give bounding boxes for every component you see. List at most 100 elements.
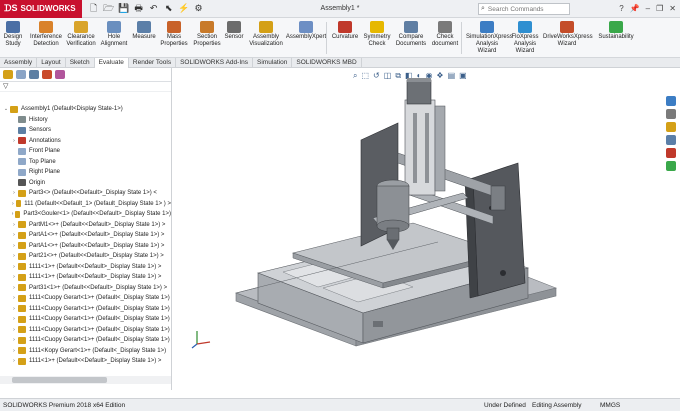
expand-chevron-icon[interactable]: ›	[10, 358, 18, 364]
expand-chevron-icon[interactable]: ›	[10, 138, 18, 144]
expand-chevron-icon[interactable]: ›	[10, 222, 18, 228]
sustainability-button[interactable]: Sustainability	[597, 21, 635, 41]
section-properties-button[interactable]: Section Properties	[192, 21, 222, 48]
check-document-button[interactable]: Check document	[429, 21, 461, 48]
assemblyxpert-button[interactable]: AssemblyXpert	[285, 21, 327, 41]
print-icon[interactable]: 🖶	[133, 1, 145, 17]
clearance-button[interactable]: Clearance Verification	[64, 21, 98, 48]
ribbon-separator	[326, 22, 327, 54]
tab-sketch[interactable]: Sketch	[66, 58, 95, 68]
pin-icon[interactable]: 📌	[630, 4, 640, 13]
tree-item[interactable]: › 1111<1>+ (Default<<Default>_Display Sta…	[0, 262, 171, 273]
tree-item[interactable]: › Annotations	[0, 136, 171, 147]
status-units[interactable]: MMGS	[600, 402, 620, 409]
tab-assembly[interactable]: Assembly	[0, 58, 38, 68]
save-icon[interactable]: 💾	[118, 3, 130, 14]
simulationxpress-button[interactable]: SimulationXpress Analysis Wizard	[466, 21, 513, 55]
expand-chevron-icon[interactable]: ›	[10, 201, 16, 207]
expand-chevron-icon[interactable]: ›	[10, 232, 18, 238]
tab-simulation[interactable]: Simulation	[253, 58, 293, 68]
expand-chevron-icon[interactable]: ›	[10, 316, 18, 322]
compare-documents-button[interactable]: Compare Documents	[395, 21, 427, 48]
tab-layout[interactable]: Layout	[37, 58, 66, 68]
options-icon[interactable]: ⚙	[193, 3, 205, 14]
expand-chevron-icon[interactable]: ›	[10, 274, 18, 280]
expand-chevron-icon[interactable]: ›	[10, 190, 18, 196]
rebuild-icon[interactable]: ⚡	[178, 3, 190, 14]
hole-alignment-button[interactable]: Hole Alignment	[99, 21, 129, 48]
tree-item[interactable]: Front Plane	[0, 146, 171, 157]
tree-item[interactable]: › Part3<Gouler<1> (Default<<Default>_Disp…	[0, 209, 171, 220]
tree-item[interactable]: › PartA1<>+ (Default<<Default>_Display St…	[0, 230, 171, 241]
undo-icon[interactable]: ↶	[148, 3, 160, 14]
tree-item[interactable]: Top Plane	[0, 157, 171, 168]
tree-item[interactable]: › Part21<>+ (Default<<Default>_Display St…	[0, 251, 171, 262]
restore-icon[interactable]: ❐	[656, 4, 663, 13]
status-mode[interactable]: Editing Assembly	[532, 402, 582, 409]
cnc-machine-model[interactable]	[173, 68, 680, 390]
select-icon[interactable]: ⬉	[163, 3, 175, 14]
expand-chevron-icon[interactable]: ›	[10, 306, 18, 312]
expand-chevron-icon[interactable]: ›	[10, 243, 18, 249]
configuration-manager-tab-icon[interactable]	[29, 70, 39, 79]
sensor-button[interactable]: Sensor	[223, 21, 245, 41]
driveworksxpress-button[interactable]: DriveWorksXpress Wizard	[543, 21, 593, 48]
design-study-button[interactable]: Design Study	[2, 21, 24, 48]
tree-item[interactable]: › Part31<1>+ (Default<<Default>_Display S…	[0, 283, 171, 294]
expand-chevron-icon[interactable]: ›	[10, 285, 18, 291]
filter-icon[interactable]: ▽	[3, 83, 8, 90]
feature-manager-tab-icon[interactable]	[3, 70, 13, 79]
symmetry-check-button[interactable]: Symmetry Check	[362, 21, 392, 48]
curvature-button[interactable]: Curvature	[331, 21, 359, 41]
solidworks-logo[interactable]: ᗪS SOLIDWORKS	[0, 0, 82, 18]
close-icon[interactable]: ✕	[669, 4, 676, 13]
expand-chevron-icon[interactable]: ›	[10, 253, 18, 259]
minimize-icon[interactable]: –	[646, 4, 650, 13]
measure-button[interactable]: Measure	[131, 21, 157, 41]
tab-evaluate[interactable]: Evaluate	[94, 58, 129, 68]
tree-item[interactable]: › PartM1<>+ (Default<<Default>_Display St…	[0, 220, 171, 231]
help-icon[interactable]: ?	[619, 4, 623, 13]
tree-item[interactable]: › 1111<Cuopy Gerart<1>+ (Default<_Display…	[0, 335, 171, 346]
tree-item[interactable]: › 1111<Cuopy Gerart<1>+ (Default<_Display…	[0, 304, 171, 315]
tree-item[interactable]: › 1111<Cuopy Gerart<1>+ (Default<_Display…	[0, 293, 171, 304]
expand-chevron-icon[interactable]: ›	[10, 337, 18, 343]
tab-solidworks-add-ins[interactable]: SOLIDWORKS Add-Ins	[176, 58, 253, 68]
tab-render-tools[interactable]: Render Tools	[129, 58, 177, 68]
property-manager-tab-icon[interactable]	[16, 70, 26, 79]
tree-item[interactable]: Origin	[0, 178, 171, 189]
tree-item[interactable]: › 1111<Cuopy Gerart<1>+ (Default<_Display…	[0, 325, 171, 336]
tree-item[interactable]: History	[0, 115, 171, 126]
new-document-icon[interactable]: 🗋	[88, 1, 100, 17]
expand-chevron-icon[interactable]: ›	[10, 348, 18, 354]
horizontal-scrollbar[interactable]	[0, 376, 171, 384]
search-commands-input[interactable]: ⌕ Search Commands	[478, 3, 570, 15]
tree-item[interactable]: Right Plane	[0, 167, 171, 178]
tree-item[interactable]: › Part3<> (Default<<Default>_Display Stat…	[0, 188, 171, 199]
expand-chevron-icon[interactable]: ›	[10, 327, 18, 333]
dimxpert-manager-tab-icon[interactable]	[42, 70, 52, 79]
interference-button[interactable]: Interference Detection	[29, 21, 63, 48]
tree-item[interactable]: › PartA1<>+ (Default<<Default>_Display St…	[0, 241, 171, 252]
tree-item[interactable]: › 1111<1>+ (Default<<Default>_Display Sta…	[0, 356, 171, 367]
tree-item[interactable]: › 1111<Kopy Gerart<1>+ (Default<_Display …	[0, 346, 171, 357]
display-manager-tab-icon[interactable]	[55, 70, 65, 79]
open-icon[interactable]: 🗁	[103, 1, 115, 17]
expand-chevron-icon[interactable]: ⌄	[2, 106, 10, 112]
tab-solidworks-mbd[interactable]: SOLIDWORKS MBD	[292, 58, 362, 68]
tree-item[interactable]: Sensors	[0, 125, 171, 136]
scrollbar-thumb[interactable]	[12, 377, 107, 383]
assembly-visualization-button[interactable]: Assembly Visualization	[249, 21, 283, 48]
graphics-area[interactable]: ⌕ ⬚ ↺ ◫ ⧉ ◧ ◐ ◉ ❖ ▤ ▣	[173, 68, 680, 390]
expand-chevron-icon[interactable]: ›	[10, 264, 18, 270]
tree-item[interactable]: › 1111<1>+ (Default<<Default>_Display Sta…	[0, 272, 171, 283]
tree-item[interactable]: › 111 (Default<<Default_1> (Default_Displ…	[0, 199, 171, 210]
floxpress-button[interactable]: FloXpress Analysis Wizard	[510, 21, 540, 55]
search-icon: ⌕	[481, 5, 485, 12]
mass-properties-button[interactable]: Mass Properties	[160, 21, 188, 48]
tree-item-label: Part31<1>+ (Default<<Default>_Display St…	[29, 284, 168, 291]
tree-item[interactable]: › 1111<Cuopy Gerart<1>+ (Default<_Display…	[0, 314, 171, 325]
tree-filter[interactable]: ▽	[0, 82, 171, 92]
tree-item[interactable]: ⌄ Assembly1 (Default<Display State-1>)	[0, 104, 171, 115]
expand-chevron-icon[interactable]: ›	[10, 295, 18, 301]
